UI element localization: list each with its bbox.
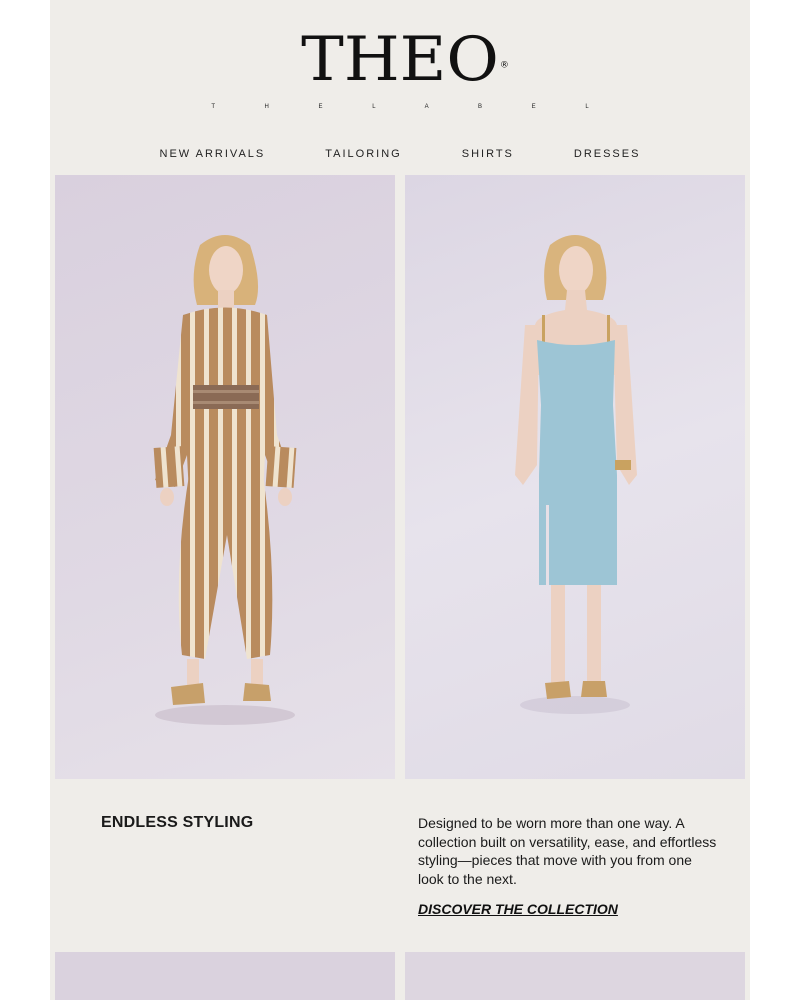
nav-item-tailoring[interactable]: TAILORING (325, 148, 401, 160)
logo-wordmark: THEO ® (301, 24, 509, 96)
striped-outfit-illustration (153, 235, 297, 725)
registered-mark: ® (499, 60, 509, 71)
logo-tagline: T H E L A B E L (211, 104, 613, 110)
nav-item-dresses[interactable]: DRESSES (574, 148, 641, 160)
brand-logo[interactable]: THEO ® (50, 28, 750, 92)
feature-headline: ENDLESS STYLING (101, 814, 254, 831)
hero-image-blue-dress[interactable] (405, 175, 745, 779)
feature-body: Designed to be worn more than one way. A… (418, 815, 717, 887)
blue-dress-illustration (515, 235, 637, 714)
email-container: THEO ® T H E L A B E L NEW ARRIVALS TAIL… (50, 0, 750, 1000)
main-nav: NEW ARRIVALS TAILORING SHIRTS DRESSES (50, 148, 750, 160)
discover-collection-link[interactable]: DISCOVER THE COLLECTION (418, 901, 618, 917)
nav-item-shirts[interactable]: SHIRTS (462, 148, 514, 160)
next-image-right[interactable] (405, 952, 745, 1000)
nav-item-new-arrivals[interactable]: NEW ARRIVALS (160, 148, 266, 160)
next-image-left[interactable] (55, 952, 395, 1000)
hero-image-striped-outfit[interactable] (55, 175, 395, 779)
